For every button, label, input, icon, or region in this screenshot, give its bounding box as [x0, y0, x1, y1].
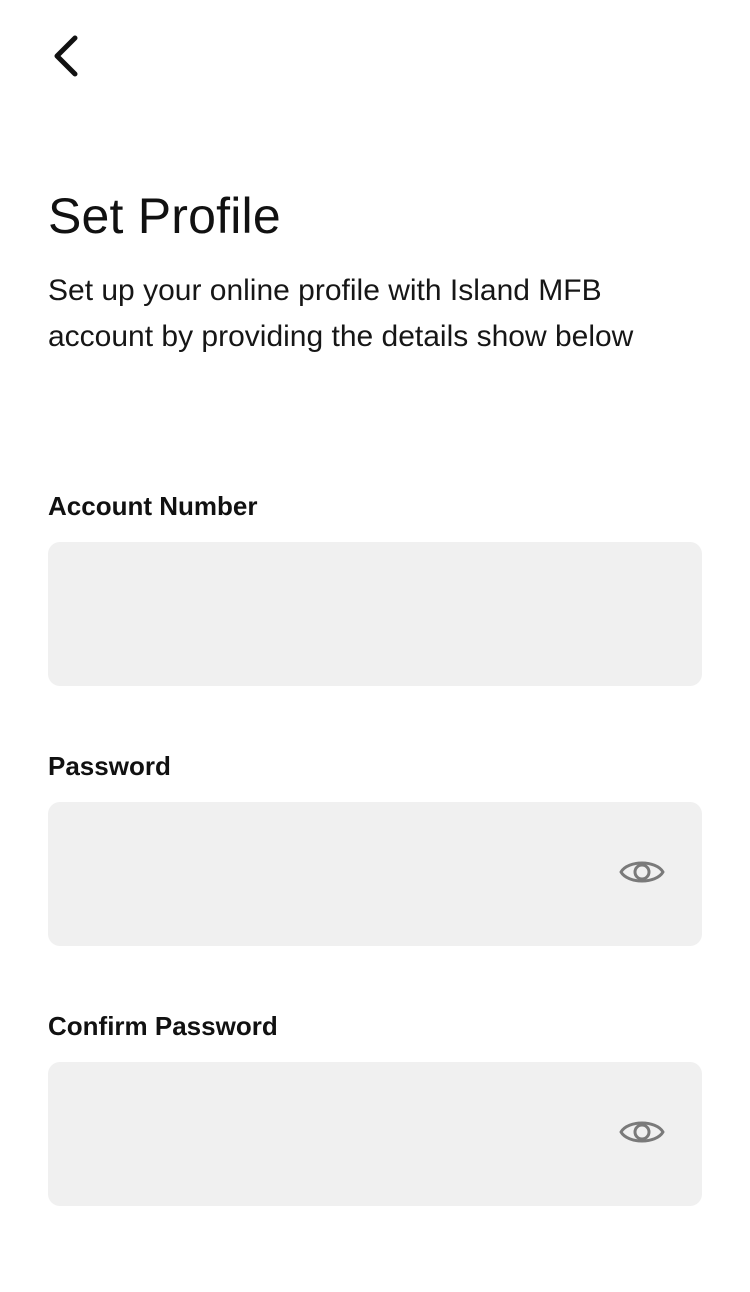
page-subtitle: Set up your online profile with Island M…: [48, 274, 634, 353]
confirm-password-field-container: [48, 1062, 702, 1206]
account-number-label: Account Number: [48, 491, 258, 521]
password-visibility-toggle[interactable]: [618, 857, 666, 891]
confirm-password-input[interactable]: [48, 1062, 702, 1206]
eye-icon: [618, 855, 666, 894]
back-button[interactable]: [40, 28, 92, 84]
confirm-password-visibility-toggle[interactable]: [618, 1117, 666, 1151]
account-number-field-container: [48, 542, 702, 686]
chevron-left-icon: [51, 34, 81, 78]
eye-icon: [618, 1115, 666, 1154]
password-input[interactable]: [48, 802, 702, 946]
password-field-container: [48, 802, 702, 946]
page-title: Set Profile: [48, 188, 281, 244]
password-label: Password: [48, 751, 171, 781]
account-number-input[interactable]: [48, 542, 702, 686]
confirm-password-label: Confirm Password: [48, 1011, 278, 1041]
set-profile-screen: Set Profile Set up your online profile w…: [0, 0, 750, 1292]
